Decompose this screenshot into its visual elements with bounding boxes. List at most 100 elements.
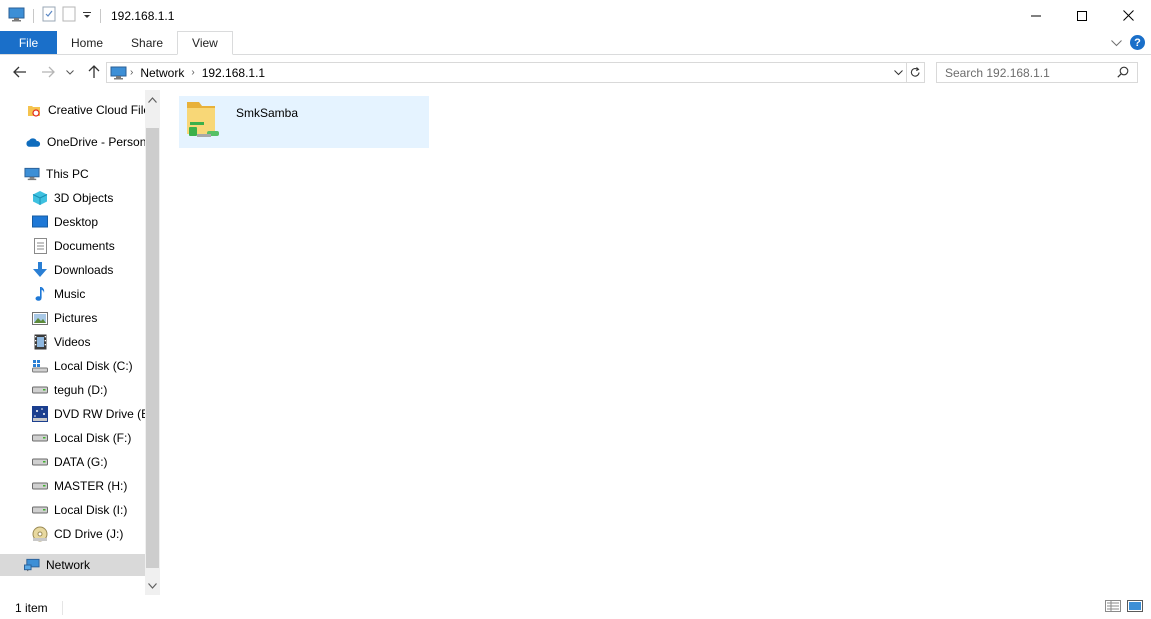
chevron-down-icon bbox=[148, 582, 157, 589]
shared-folder-icon bbox=[179, 96, 227, 148]
scroll-down-button[interactable] bbox=[145, 577, 160, 594]
nav-item-network[interactable]: Network bbox=[0, 554, 145, 576]
status-bar: 1 item bbox=[0, 596, 1151, 619]
nav-item-label: 3D Objects bbox=[54, 191, 114, 205]
breadcrumb-separator[interactable]: › bbox=[127, 67, 136, 78]
search-icon[interactable] bbox=[1117, 66, 1129, 81]
search-placeholder: Search 192.168.1.1 bbox=[945, 65, 1050, 80]
nav-item-cd-drive-j[interactable]: CD Drive (J:) bbox=[0, 523, 145, 545]
window-controls bbox=[1013, 0, 1151, 31]
scroll-up-button[interactable] bbox=[145, 91, 160, 108]
refresh-button[interactable] bbox=[907, 62, 925, 83]
nav-item-this-pc[interactable]: This PC bbox=[0, 163, 145, 185]
chevron-down-icon bbox=[1111, 39, 1122, 46]
details-view-button[interactable] bbox=[1105, 600, 1121, 615]
nav-item-videos[interactable]: Videos bbox=[0, 331, 145, 353]
3d-objects-icon bbox=[32, 190, 48, 206]
toolbar-separator bbox=[100, 8, 101, 23]
computer-icon bbox=[24, 166, 40, 182]
tab-home[interactable]: Home bbox=[57, 31, 117, 54]
new-folder-icon[interactable] bbox=[62, 6, 76, 25]
nav-item-teguh-d[interactable]: teguh (D:) bbox=[0, 379, 145, 401]
navigation-bar: › Network › 192.168.1.1 Search 192.168.1… bbox=[0, 56, 1151, 88]
onedrive-icon bbox=[25, 134, 41, 150]
window-title: 192.168.1.1 bbox=[111, 8, 175, 23]
nav-item-label: Creative Cloud Files bbox=[48, 103, 145, 117]
nav-item-onedrive[interactable]: OneDrive - Personal bbox=[0, 131, 145, 153]
address-history-button[interactable] bbox=[890, 63, 906, 82]
nav-item-desktop[interactable]: Desktop bbox=[0, 211, 145, 233]
help-button[interactable]: ? bbox=[1130, 35, 1145, 50]
minimize-icon bbox=[1031, 15, 1041, 16]
close-button[interactable] bbox=[1105, 0, 1151, 31]
quick-access-toolbar bbox=[0, 6, 103, 25]
nav-item-pictures[interactable]: Pictures bbox=[0, 307, 145, 329]
large-icons-view-icon bbox=[1127, 600, 1143, 612]
music-icon bbox=[32, 286, 48, 302]
details-view-icon bbox=[1105, 600, 1121, 612]
nav-item-dvd-rw-drive-e[interactable]: DVD RW Drive (E:) bbox=[0, 403, 145, 425]
tab-file[interactable]: File bbox=[0, 31, 57, 54]
nav-item-label: Videos bbox=[54, 335, 91, 349]
maximize-icon bbox=[1077, 10, 1087, 21]
nav-item-creative-cloud-files[interactable]: Creative Cloud Files bbox=[0, 99, 145, 121]
nav-item-label: Local Disk (C:) bbox=[54, 359, 133, 373]
nav-item-data-g[interactable]: DATA (G:) bbox=[0, 451, 145, 473]
list-item[interactable]: SmkSamba bbox=[179, 96, 429, 148]
cd-drive-icon bbox=[32, 526, 48, 542]
chevron-down-icon bbox=[893, 69, 903, 75]
nav-item-3d-objects[interactable]: 3D Objects bbox=[0, 187, 145, 209]
nav-item-label: This PC bbox=[46, 167, 89, 181]
network-computer-icon bbox=[110, 66, 127, 80]
breadcrumb-separator[interactable]: › bbox=[188, 67, 197, 78]
computer-icon[interactable] bbox=[8, 7, 25, 25]
drive-icon bbox=[32, 478, 48, 494]
up-button[interactable] bbox=[82, 60, 106, 84]
nav-pane-scrollbar[interactable] bbox=[145, 90, 160, 595]
dvd-drive-icon bbox=[32, 406, 48, 422]
address-bar[interactable]: › Network › 192.168.1.1 bbox=[106, 62, 907, 83]
drive-icon bbox=[32, 502, 48, 518]
nav-item-label: Documents bbox=[54, 239, 115, 253]
help-icon: ? bbox=[1134, 36, 1141, 49]
maximize-button[interactable] bbox=[1059, 0, 1105, 31]
toolbar-separator bbox=[33, 8, 34, 23]
breadcrumb-current[interactable]: 192.168.1.1 bbox=[198, 66, 269, 80]
title-bar: 192.168.1.1 bbox=[0, 0, 1151, 31]
nav-item-downloads[interactable]: Downloads bbox=[0, 259, 145, 281]
chevron-down-icon bbox=[66, 69, 74, 75]
nav-item-label: DVD RW Drive (E:) bbox=[54, 407, 145, 421]
breadcrumb-network[interactable]: Network bbox=[136, 66, 188, 80]
arrow-left-icon bbox=[13, 66, 26, 78]
nav-item-label: OneDrive - Personal bbox=[47, 135, 145, 149]
customize-toolbar-icon[interactable] bbox=[82, 9, 92, 23]
nav-item-local-disk-f[interactable]: Local Disk (F:) bbox=[0, 427, 145, 449]
expand-ribbon-button[interactable] bbox=[1111, 36, 1122, 50]
tab-view[interactable]: View bbox=[177, 31, 233, 55]
nav-item-label: teguh (D:) bbox=[54, 383, 108, 397]
nav-item-label: DATA (G:) bbox=[54, 455, 108, 469]
drive-icon bbox=[32, 382, 48, 398]
nav-item-label: Network bbox=[46, 558, 91, 572]
nav-item-documents[interactable]: Documents bbox=[0, 235, 145, 257]
nav-item-local-disk-i[interactable]: Local Disk (I:) bbox=[0, 499, 145, 521]
chevron-up-icon bbox=[148, 96, 157, 103]
item-count: 1 item bbox=[15, 600, 48, 615]
drive-icon bbox=[32, 454, 48, 470]
back-button[interactable] bbox=[8, 60, 32, 84]
status-divider bbox=[61, 600, 63, 615]
file-list[interactable]: SmkSamba bbox=[161, 90, 1151, 595]
search-input[interactable]: Search 192.168.1.1 bbox=[936, 62, 1138, 83]
nav-item-local-disk-c[interactable]: Local Disk (C:) bbox=[0, 355, 145, 377]
properties-icon[interactable] bbox=[42, 6, 56, 25]
nav-item-music[interactable]: Music bbox=[0, 283, 145, 305]
forward-button[interactable] bbox=[36, 60, 60, 84]
tab-share[interactable]: Share bbox=[117, 31, 177, 54]
downloads-icon bbox=[32, 262, 48, 278]
scrollbar-thumb[interactable] bbox=[146, 128, 159, 568]
recent-locations-button[interactable] bbox=[62, 60, 78, 84]
large-icons-view-button[interactable] bbox=[1127, 600, 1143, 615]
minimize-button[interactable] bbox=[1013, 0, 1059, 31]
ribbon-tabs: File Home Share View ? bbox=[0, 31, 1151, 55]
nav-item-master-h[interactable]: MASTER (H:) bbox=[0, 475, 145, 497]
